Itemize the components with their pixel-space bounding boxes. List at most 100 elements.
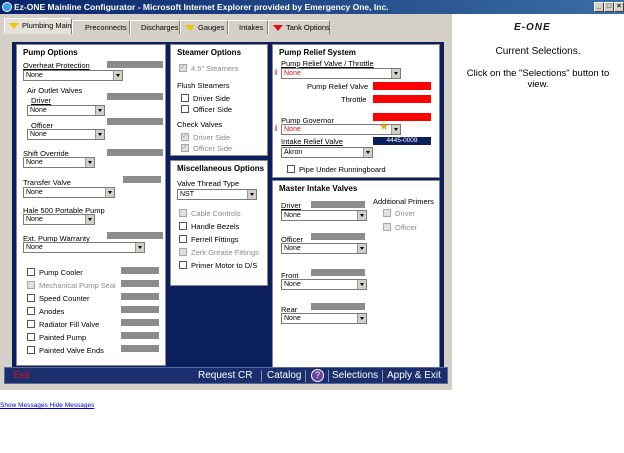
intake-driver-select[interactable]: None (281, 210, 367, 221)
master-intake-panel: Master Intake Valves Additional Primers … (272, 180, 440, 374)
show-messages-link[interactable]: Show Messages (0, 402, 48, 409)
mechanical-seal-checkbox[interactable] (27, 281, 35, 289)
price-bar (107, 232, 163, 239)
apply-exit-button[interactable]: Apply & Exit (387, 370, 441, 381)
overheat-select[interactable]: None (23, 70, 123, 81)
checkbox-label: Mechanical Pump Seal (39, 281, 116, 290)
required-price-bar (373, 82, 431, 90)
exit-button[interactable]: Exit (13, 370, 30, 381)
selections-button[interactable]: Selections (332, 370, 378, 381)
pump-cooler-checkbox[interactable] (27, 268, 35, 276)
speed-counter-checkbox[interactable] (27, 294, 35, 302)
check-officer-checkbox[interactable] (181, 143, 189, 152)
selections-hint: Click on the "Selections" button to view… (466, 68, 610, 90)
panel-title: Pump Options (23, 48, 78, 57)
steamers-45-checkbox[interactable] (179, 63, 187, 72)
chevron-down-icon (357, 244, 366, 253)
checkbox-label: Driver (395, 209, 415, 218)
help-icon[interactable]: ? (311, 369, 324, 382)
pipe-under-runningboard-checkbox[interactable] (287, 165, 295, 173)
intake-front-select[interactable]: None (281, 279, 367, 290)
ferrell-fittings-checkbox[interactable] (179, 235, 187, 243)
window-titlebar: Ez-ONE Mainline Configurator - Microsoft… (0, 0, 624, 14)
cable-controls-checkbox[interactable] (179, 209, 187, 217)
steamer-options-panel: Steamer Options 4.5" Steamers Flush Stea… (170, 44, 268, 156)
thread-type-select[interactable]: NST (177, 189, 257, 200)
chevron-down-icon (357, 211, 366, 220)
intake-relief-select[interactable]: Akron (281, 147, 373, 158)
overheat-label: Overheat Protection (23, 61, 90, 70)
price-bar (107, 93, 163, 100)
painted-pump-checkbox[interactable] (27, 333, 35, 341)
primer-officer-checkbox[interactable] (383, 223, 391, 231)
price-bar (123, 176, 161, 183)
checkbox-label: Driver Side (193, 133, 231, 142)
checkbox-label: Anodes (39, 307, 65, 316)
divider (261, 370, 262, 382)
hale-500-select[interactable]: None (23, 214, 95, 225)
price-bar (311, 233, 365, 240)
intake-driver-label: Driver (281, 201, 301, 210)
chevron-down-icon (135, 243, 144, 252)
primer-driver-checkbox[interactable] (383, 209, 391, 217)
eone-logo: E-ONE (514, 22, 551, 33)
flush-officer-checkbox[interactable] (181, 105, 189, 113)
transfer-valve-label: Transfer Valve (23, 178, 71, 187)
tab-plumbing-main[interactable]: Plumbing Main (4, 18, 72, 34)
maximize-button[interactable]: □ (604, 2, 614, 12)
intake-relief-label: Intake Relief Valve (281, 137, 343, 146)
price-bar (121, 332, 159, 339)
relief-valve-throttle-select[interactable]: None (281, 68, 401, 79)
chevron-down-icon (357, 314, 366, 323)
price-bar (107, 149, 163, 156)
price-bar (311, 201, 365, 208)
checkbox-label: Speed Counter (39, 294, 90, 303)
window-title: Ez-ONE Mainline Configurator - Microsoft… (14, 2, 389, 12)
transfer-valve-select[interactable]: None (23, 187, 115, 198)
panel-title: Pump Relief System (279, 48, 356, 57)
chevron-down-icon (391, 125, 400, 134)
air-outlet-driver-select[interactable]: None (27, 105, 105, 116)
zerk-fittings-checkbox[interactable] (179, 248, 187, 256)
ext-warranty-select[interactable]: None (23, 242, 145, 253)
radiator-fill-checkbox[interactable] (27, 320, 35, 328)
additional-primers-label: Additional Primers (373, 197, 434, 206)
painted-valve-ends-checkbox[interactable] (27, 346, 35, 354)
tab-gauges[interactable]: Gauges (180, 20, 228, 34)
warning-flag-icon (185, 25, 195, 32)
tab-tank-options[interactable]: Tank Options (268, 20, 330, 34)
chevron-down-icon (357, 280, 366, 289)
request-cr-button[interactable]: Request CR (198, 370, 252, 381)
divider (328, 370, 329, 382)
handle-bezels-checkbox[interactable] (179, 222, 187, 230)
chevron-down-icon (105, 188, 114, 197)
close-button[interactable]: × (614, 2, 624, 12)
primer-motor-checkbox[interactable] (179, 261, 187, 269)
chevron-down-icon (85, 215, 94, 224)
hide-messages-link[interactable]: Hide Messages (50, 402, 95, 409)
checkbox-label: 4.5" Steamers (191, 64, 239, 73)
flush-driver-checkbox[interactable] (181, 94, 189, 102)
chevron-down-icon (85, 158, 94, 167)
tab-intakes[interactable]: Intakes (228, 20, 268, 34)
tab-discharges[interactable]: Discharges (130, 20, 180, 34)
minimize-button[interactable]: _ (594, 2, 604, 12)
required-price-bar (373, 95, 431, 103)
intake-officer-select[interactable]: None (281, 243, 367, 254)
check-driver-checkbox[interactable] (181, 132, 189, 141)
checkbox-label: Radiator Fill Valve (39, 320, 100, 329)
shift-override-select[interactable]: None (23, 157, 95, 168)
checkbox-label: Ferrell Fittings (191, 235, 239, 244)
price-bar (107, 118, 163, 125)
catalog-button[interactable]: Catalog (267, 370, 301, 381)
pump-options-panel: Pump Options Overheat Protection None Ai… (16, 44, 166, 366)
anodes-checkbox[interactable] (27, 307, 35, 315)
air-outlet-officer-select[interactable]: None (27, 129, 105, 140)
content-area: Pump Options Overheat Protection None Ai… (12, 42, 444, 380)
relief-valve-throttle-label: Pump Relief Valve / Throttle (281, 59, 374, 68)
intake-rear-select[interactable]: None (281, 313, 367, 324)
tab-preconnects[interactable]: Preconnects (72, 20, 130, 34)
checkbox-label: Pump Cooler (39, 268, 83, 277)
error-flag-icon (273, 25, 283, 32)
checkbox-label: Cable Controls (191, 209, 241, 218)
